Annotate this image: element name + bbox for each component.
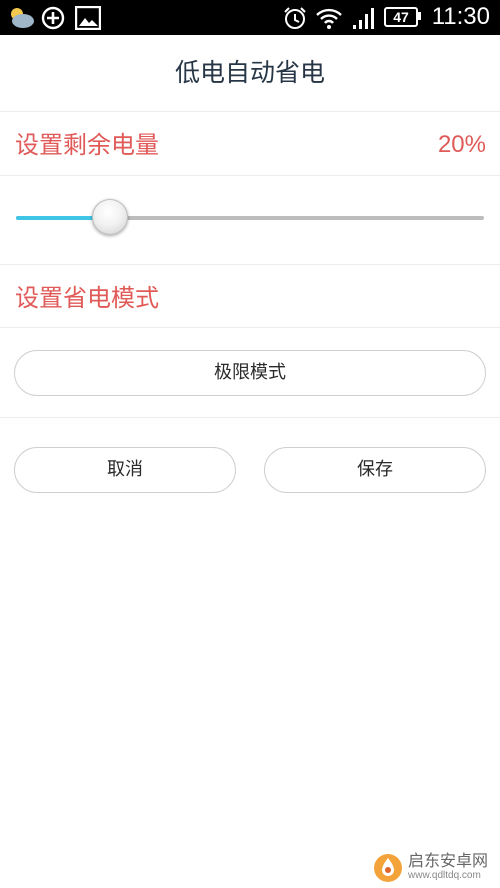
battery-level: 47 xyxy=(393,9,409,25)
cancel-button[interactable]: 取消 xyxy=(14,447,236,493)
status-bar: 47 11:30 xyxy=(0,0,500,35)
divider xyxy=(0,264,500,265)
divider xyxy=(0,417,500,418)
divider xyxy=(0,327,500,328)
watermark-name: 启东安卓网 xyxy=(408,851,489,870)
watermark: 启东安卓网 www.qdltdq.com xyxy=(372,852,496,882)
battery-terminal xyxy=(418,12,421,20)
battery-icon: 47 xyxy=(384,7,418,27)
alarm-icon xyxy=(282,6,308,34)
wifi-icon xyxy=(315,6,343,34)
divider xyxy=(0,175,500,176)
save-button[interactable]: 保存 xyxy=(264,447,486,493)
plus-circle-icon xyxy=(41,6,65,34)
signal-icon xyxy=(352,6,378,34)
battery-threshold-slider[interactable] xyxy=(16,198,484,238)
slider-thumb[interactable] xyxy=(92,199,128,235)
watermark-logo-icon xyxy=(372,852,404,884)
power-mode-label: 设置省电模式 xyxy=(15,284,159,312)
battery-threshold-label: 设置剩余电量 xyxy=(15,131,159,159)
image-icon xyxy=(74,5,102,34)
divider xyxy=(0,111,500,112)
page-title: 低电自动省电 xyxy=(174,58,325,87)
watermark-url: www.qdltdq.com xyxy=(408,870,481,881)
weather-icon xyxy=(8,6,36,34)
battery-threshold-value: 20% xyxy=(437,131,486,158)
clock: 11:30 xyxy=(431,3,490,30)
power-mode-selector[interactable]: 极限模式 xyxy=(14,350,486,396)
